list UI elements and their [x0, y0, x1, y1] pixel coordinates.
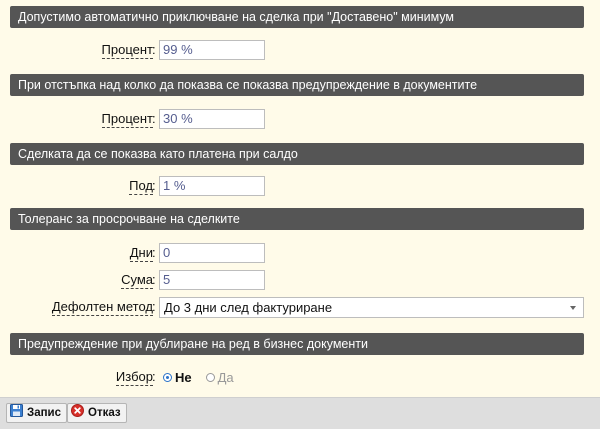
amount-row: Сума : 5	[0, 270, 600, 292]
auto-close-percent-label: Процент	[101, 42, 153, 59]
cancel-button[interactable]: Отказ	[67, 403, 127, 423]
paid-under-input[interactable]: 1 %	[159, 176, 265, 196]
colon: :	[152, 299, 156, 314]
caret-down-icon	[570, 306, 576, 310]
discount-percent-row: Процент : 30 %	[0, 109, 600, 131]
days-row: Дни : 0	[0, 243, 600, 265]
radio-no[interactable]: Не	[163, 370, 192, 385]
section-tolerance-header: Толеранс за просрочване на сделките	[10, 208, 584, 230]
amount-input[interactable]: 5	[159, 270, 265, 290]
discount-percent-input[interactable]: 30 %	[159, 109, 265, 129]
radio-unchecked-icon	[205, 372, 215, 382]
save-button-label: Запис	[27, 407, 62, 419]
days-label: Дни	[129, 245, 153, 262]
section-auto-close-header: Допустимо автоматично приключване на сде…	[10, 6, 584, 28]
colon: :	[152, 272, 156, 287]
colon: :	[152, 42, 156, 57]
default-method-select[interactable]: До 3 дни след фактуриране	[159, 297, 584, 318]
section-duplicate-warning-header: Предупреждение при дублиране на ред в би…	[10, 333, 584, 355]
choice-label: Избор	[115, 369, 153, 386]
auto-close-percent-row: Процент : 99 %	[0, 40, 600, 62]
paid-under-row: Под : 1 %	[0, 176, 600, 198]
cancel-button-label: Отказ	[88, 407, 121, 419]
amount-label: Сума	[121, 272, 153, 289]
radio-yes[interactable]: Да	[205, 369, 234, 385]
choice-row: Избор : Не Да	[0, 367, 600, 389]
days-input[interactable]: 0	[159, 243, 265, 263]
default-method-row: Дефолтен метод : До 3 дни след фактурира…	[0, 297, 600, 319]
radio-checked-icon	[163, 372, 172, 382]
section-paid-balance-header: Сделката да се показва като платена при …	[10, 143, 584, 165]
colon: :	[152, 178, 156, 193]
cancel-circle-icon	[71, 403, 84, 423]
section-discount-warning-header: При отстъпка над колко да показва се пок…	[10, 74, 584, 96]
default-method-value: До 3 дни след фактуриране	[164, 300, 333, 315]
choice-radio-group: Не Да	[163, 369, 248, 385]
discount-percent-label: Процент	[101, 111, 153, 128]
radio-yes-label: Да	[217, 369, 234, 385]
radio-no-label: Не	[175, 369, 192, 385]
default-method-label: Дефолтен метод	[51, 299, 153, 316]
form-toolbar: Запис Отказ	[0, 397, 600, 429]
colon: :	[152, 245, 156, 260]
paid-under-label: Под	[129, 178, 153, 195]
auto-close-percent-input[interactable]: 99 %	[159, 40, 265, 60]
save-button[interactable]: Запис	[6, 403, 68, 423]
colon: :	[152, 111, 156, 126]
colon: :	[152, 369, 156, 384]
floppy-disk-icon	[10, 403, 23, 423]
